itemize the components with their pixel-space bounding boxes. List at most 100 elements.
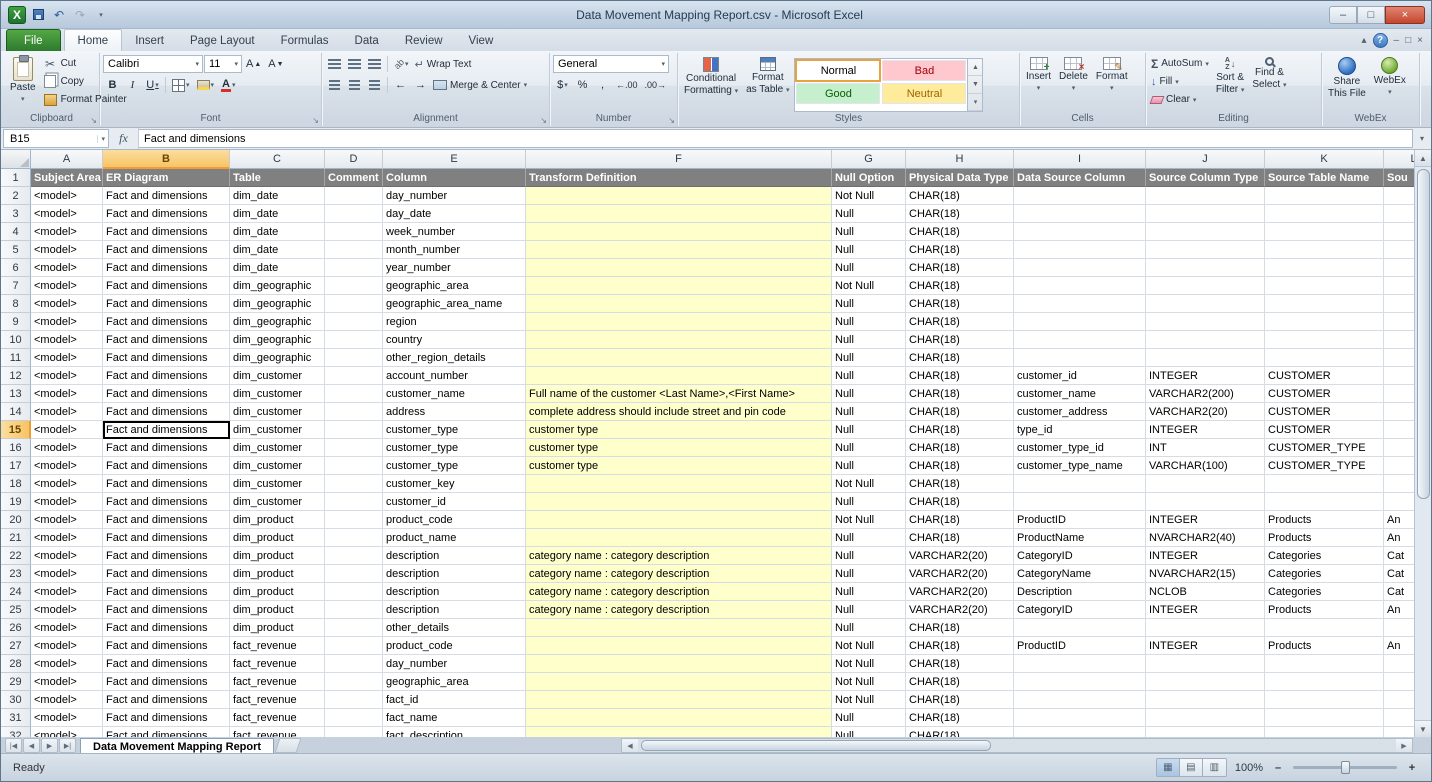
font-color-button[interactable]: A▾ — [218, 76, 238, 94]
cell-I25[interactable]: CategoryID — [1014, 601, 1146, 619]
cell-E19[interactable]: customer_id — [383, 493, 526, 511]
cell-H27[interactable]: CHAR(18) — [906, 637, 1014, 655]
cell-H12[interactable]: CHAR(18) — [906, 367, 1014, 385]
cell-H22[interactable]: VARCHAR2(20) — [906, 547, 1014, 565]
cell-C11[interactable]: dim_geographic — [230, 349, 325, 367]
cell-H9[interactable]: CHAR(18) — [906, 313, 1014, 331]
cell-J27[interactable]: INTEGER — [1146, 637, 1265, 655]
cell-E10[interactable]: country — [383, 331, 526, 349]
cell-I2[interactable] — [1014, 187, 1146, 205]
row-header-5[interactable]: 5 — [1, 241, 31, 259]
cell-K7[interactable] — [1265, 277, 1384, 295]
ribbon-tab-formulas[interactable]: Formulas — [268, 30, 342, 51]
cell-D2[interactable] — [325, 187, 383, 205]
webex-button[interactable]: WebEx ▾ — [1371, 55, 1409, 112]
cell-I20[interactable]: ProductID — [1014, 511, 1146, 529]
cell-E22[interactable]: description — [383, 547, 526, 565]
cell-G7[interactable]: Not Null — [832, 277, 906, 295]
cell-F10[interactable] — [526, 331, 832, 349]
save-button[interactable] — [29, 7, 47, 23]
cell-J19[interactable] — [1146, 493, 1265, 511]
cell-D8[interactable] — [325, 295, 383, 313]
cell-J9[interactable] — [1146, 313, 1265, 331]
cell-K1[interactable]: Source Table Name — [1265, 169, 1384, 187]
cell-J21[interactable]: NVARCHAR2(40) — [1146, 529, 1265, 547]
cell-K5[interactable] — [1265, 241, 1384, 259]
row-header-9[interactable]: 9 — [1, 313, 31, 331]
align-right-button[interactable] — [365, 76, 384, 94]
cell-K32[interactable] — [1265, 727, 1384, 737]
cell-F19[interactable] — [526, 493, 832, 511]
cell-C2[interactable]: dim_date — [230, 187, 325, 205]
cell-F25[interactable]: category name : category description — [526, 601, 832, 619]
cell-I15[interactable]: type_id — [1014, 421, 1146, 439]
cell-A7[interactable]: <model> — [31, 277, 103, 295]
fill-button[interactable]: ↓Fill▾ — [1149, 73, 1211, 90]
cell-D27[interactable] — [325, 637, 383, 655]
cell-B26[interactable]: Fact and dimensions — [103, 619, 230, 637]
cell-D15[interactable] — [325, 421, 383, 439]
cell-F1[interactable]: Transform Definition — [526, 169, 832, 187]
cell-A22[interactable]: <model> — [31, 547, 103, 565]
cell-L21[interactable]: An — [1384, 529, 1416, 547]
cell-C14[interactable]: dim_customer — [230, 403, 325, 421]
cell-H32[interactable]: CHAR(18) — [906, 727, 1014, 737]
cell-K27[interactable]: Products — [1265, 637, 1384, 655]
collapse-ribbon-icon[interactable]: ▴ — [1362, 35, 1367, 46]
cell-C13[interactable]: dim_customer — [230, 385, 325, 403]
clear-button[interactable]: Clear▾ — [1149, 91, 1211, 108]
cell-A30[interactable]: <model> — [31, 691, 103, 709]
bold-button[interactable]: B — [103, 76, 122, 94]
cell-A18[interactable]: <model> — [31, 475, 103, 493]
cell-D31[interactable] — [325, 709, 383, 727]
cell-J31[interactable] — [1146, 709, 1265, 727]
cell-I29[interactable] — [1014, 673, 1146, 691]
cell-J3[interactable] — [1146, 205, 1265, 223]
cell-A14[interactable]: <model> — [31, 403, 103, 421]
cell-E3[interactable]: day_date — [383, 205, 526, 223]
cell-B1[interactable]: ER Diagram — [103, 169, 230, 187]
cell-J12[interactable]: INTEGER — [1146, 367, 1265, 385]
cell-A5[interactable]: <model> — [31, 241, 103, 259]
cell-K9[interactable] — [1265, 313, 1384, 331]
cell-L9[interactable] — [1384, 313, 1416, 331]
redo-button[interactable]: ↷ — [71, 7, 89, 23]
workbook-minimize-icon[interactable]: – — [1394, 35, 1400, 46]
cell-D20[interactable] — [325, 511, 383, 529]
cell-H23[interactable]: VARCHAR2(20) — [906, 565, 1014, 583]
cell-F2[interactable] — [526, 187, 832, 205]
sheet-tab[interactable]: Data Movement Mapping Report — [80, 738, 274, 755]
middle-align-button[interactable] — [345, 55, 364, 73]
cell-J14[interactable]: VARCHAR2(20) — [1146, 403, 1265, 421]
row-header-30[interactable]: 30 — [1, 691, 31, 709]
cell-E11[interactable]: other_region_details — [383, 349, 526, 367]
orientation-button[interactable]: ab▾ — [391, 55, 412, 73]
cell-D16[interactable] — [325, 439, 383, 457]
paste-button[interactable]: Paste ▾ — [7, 55, 39, 112]
cell-C26[interactable]: dim_product — [230, 619, 325, 637]
ribbon-tab-home[interactable]: Home — [64, 29, 123, 51]
cell-L10[interactable] — [1384, 331, 1416, 349]
cell-G25[interactable]: Null — [832, 601, 906, 619]
cell-D21[interactable] — [325, 529, 383, 547]
cell-L14[interactable] — [1384, 403, 1416, 421]
cell-L25[interactable]: An — [1384, 601, 1416, 619]
share-this-file-button[interactable]: Share This File — [1325, 55, 1369, 112]
cell-L6[interactable] — [1384, 259, 1416, 277]
cell-A1[interactable]: Subject Area — [31, 169, 103, 187]
cell-L3[interactable] — [1384, 205, 1416, 223]
cell-B25[interactable]: Fact and dimensions — [103, 601, 230, 619]
cell-D11[interactable] — [325, 349, 383, 367]
cell-G19[interactable]: Null — [832, 493, 906, 511]
vertical-scrollbar[interactable]: ▲ ▼ — [1414, 150, 1431, 737]
cell-A20[interactable]: <model> — [31, 511, 103, 529]
cell-B3[interactable]: Fact and dimensions — [103, 205, 230, 223]
cell-L2[interactable] — [1384, 187, 1416, 205]
cell-K14[interactable]: CUSTOMER — [1265, 403, 1384, 421]
cell-K2[interactable] — [1265, 187, 1384, 205]
cell-E1[interactable]: Column — [383, 169, 526, 187]
column-header-B[interactable]: B — [103, 150, 230, 169]
grow-font-button[interactable]: A▲ — [243, 55, 264, 73]
cell-C17[interactable]: dim_customer — [230, 457, 325, 475]
cell-H29[interactable]: CHAR(18) — [906, 673, 1014, 691]
